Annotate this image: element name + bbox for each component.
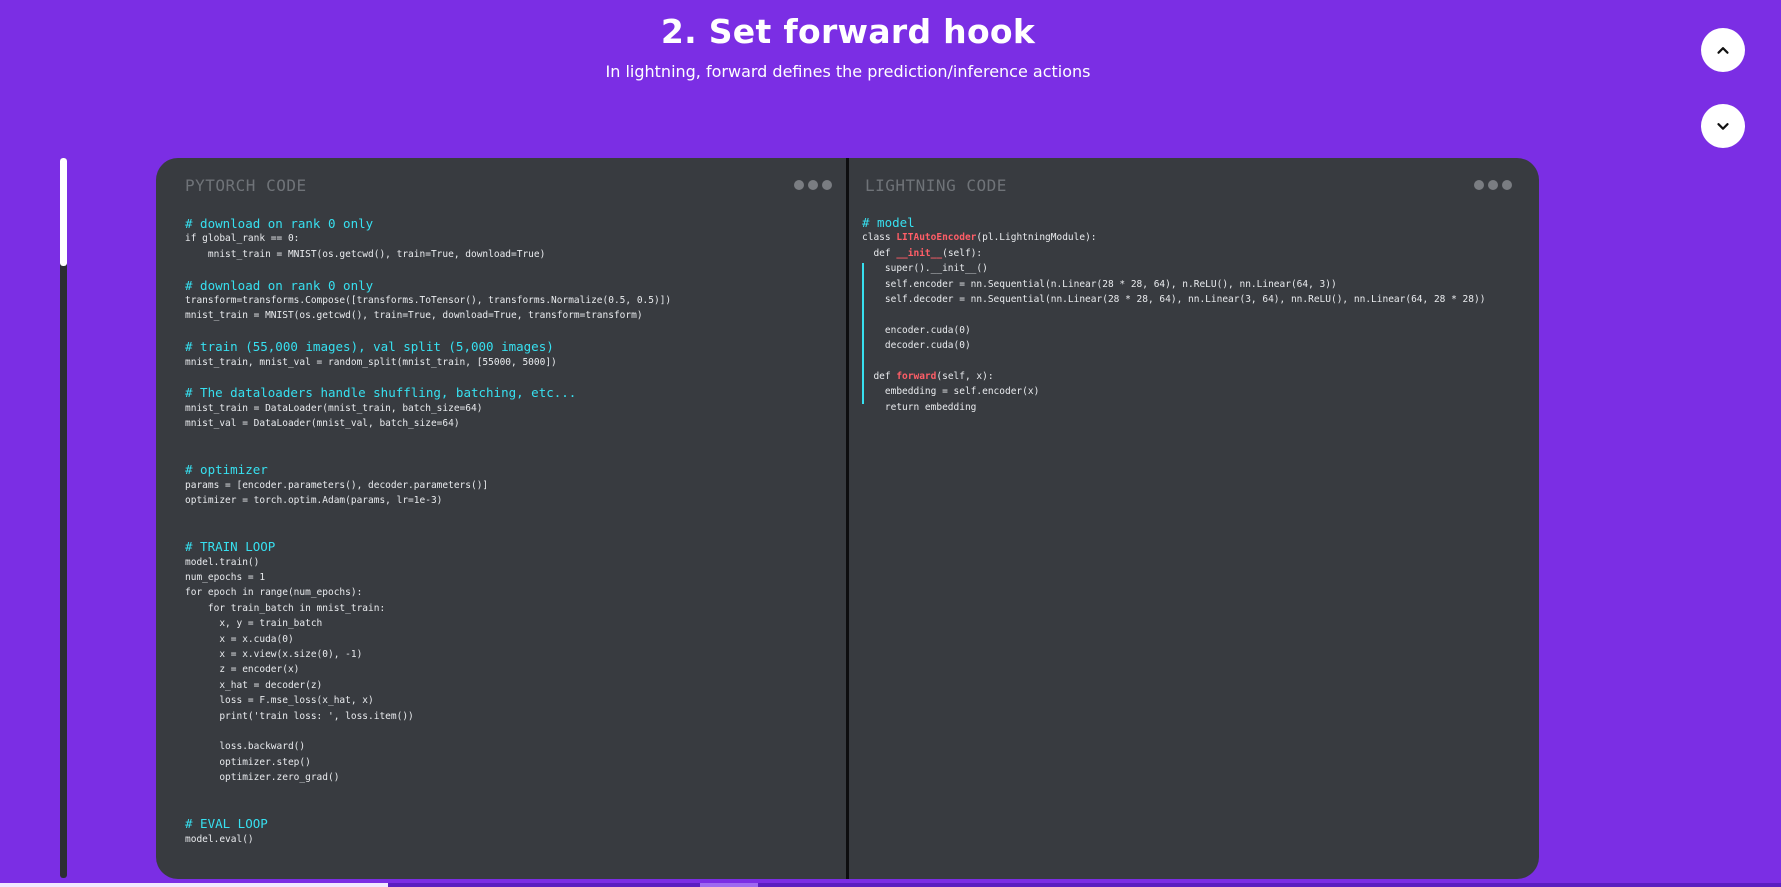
code-line: num_epochs = 1 — [185, 571, 266, 583]
code-line — [862, 354, 1485, 369]
code-text: return embedding — [862, 401, 977, 413]
code-line: model.eval() — [185, 833, 254, 845]
pytorch-code-block: # download on rank 0 only if global_rank … — [185, 216, 671, 847]
code-line: for train_batch in mnist_train: — [185, 602, 386, 614]
scroll-down-button[interactable] — [1701, 104, 1745, 148]
lightning-code-block: # model class LITAutoEncoder(pl.Lightning… — [862, 215, 1485, 415]
code-line: mnist_train = MNIST(os.getcwd(), train=T… — [185, 248, 546, 260]
code-line: def forward(self, x): — [862, 369, 1485, 384]
code-text: encoder.cuda(0) — [862, 324, 971, 336]
code-text: super().__init__() — [862, 263, 988, 275]
code-line: mnist_train, mnist_val = random_split(mn… — [185, 356, 557, 368]
code-text: (pl.LightningModule): — [976, 232, 1097, 244]
code-line: mnist_train = MNIST(os.getcwd(), train=T… — [185, 310, 643, 322]
chevron-up-icon — [1717, 47, 1729, 54]
code-text: def — [862, 370, 897, 382]
code-identifier-highlight: __init__ — [896, 247, 943, 259]
code-line: decoder.cuda(0) — [862, 338, 1485, 353]
scrollbar-thumb[interactable] — [60, 158, 67, 266]
code-text: # model — [862, 215, 915, 230]
page-subtitle: In lightning, forward defines the predic… — [605, 62, 1091, 81]
code-line: mnist_train = DataLoader(mnist_train, ba… — [185, 402, 483, 414]
pytorch-code-pane: PYTORCH CODE # download on rank 0 only if… — [156, 158, 846, 879]
code-line — [862, 307, 1485, 322]
code-identifier-highlight: forward — [896, 370, 937, 382]
code-identifier-highlight: LITAutoEncoder — [896, 232, 977, 244]
code-line: loss.backward() — [185, 741, 306, 753]
code-line: optimizer = torch.optim.Adam(params, lr=… — [185, 495, 443, 507]
code-line: mnist_val = DataLoader(mnist_val, batch_… — [185, 418, 460, 430]
code-line: self.encoder = nn.Sequential(n.Linear(28… — [862, 277, 1485, 292]
code-comment-line: # download on rank 0 only — [185, 216, 374, 231]
code-text: def — [862, 247, 897, 259]
code-text: decoder.cuda(0) — [862, 340, 971, 352]
code-line: model.train() — [185, 556, 260, 568]
code-text: self.decoder = nn.Sequential(nn.Linear(2… — [862, 293, 1486, 305]
bottom-progress-strip — [0, 883, 1781, 887]
code-line: encoder.cuda(0) — [862, 323, 1485, 338]
code-comment-line: # download on rank 0 only — [185, 277, 374, 293]
code-line: super().__init__() — [862, 261, 1485, 276]
code-line: if global_rank == 0: — [185, 233, 300, 245]
code-line: params = [encoder.parameters(), decoder.… — [185, 479, 489, 491]
code-text: (self): — [942, 247, 983, 259]
code-comment-line: # train (55,000 images), val split (5,00… — [185, 339, 554, 355]
code-comment-line: # The dataloaders handle shuffling, batc… — [185, 385, 577, 401]
code-line: loss = F.mse_loss(x_hat, x) — [185, 695, 374, 707]
chevron-down-icon — [1717, 123, 1729, 130]
code-line: z = encoder(x) — [185, 664, 300, 676]
code-line: embedding = self.encoder(x) — [862, 384, 1485, 399]
code-comment-line: # EVAL LOOP — [185, 816, 268, 832]
code-comment-line: # TRAIN LOOP — [185, 539, 276, 555]
window-dots-icon — [794, 180, 832, 190]
lightning-code-pane: LIGHTNING CODE # model class LITAutoEncod… — [849, 158, 1539, 879]
code-comparison-panel: PYTORCH CODE # download on rank 0 only if… — [156, 158, 1539, 879]
code-line: x_hat = decoder(z) — [185, 679, 323, 691]
code-line: print('train loss: ', loss.item()) — [185, 710, 414, 722]
scroll-up-button[interactable] — [1701, 28, 1745, 72]
pytorch-pane-title: PYTORCH CODE — [185, 176, 307, 195]
code-line: x, y = train_batch — [185, 618, 323, 630]
page-title: 2. Set forward hook — [660, 12, 1036, 51]
lightning-pane-title: LIGHTNING CODE — [865, 176, 1007, 195]
code-text: self.encoder = nn.Sequential(n.Linear(28… — [862, 278, 1337, 290]
code-line: class LITAutoEncoder(pl.LightningModule)… — [862, 230, 1485, 245]
code-line: return embedding — [862, 400, 1485, 415]
code-line: transform=transforms.Compose([transforms… — [185, 294, 672, 306]
code-text: (self, x): — [936, 370, 994, 382]
window-dots-icon — [1474, 180, 1512, 190]
code-line: for epoch in range(num_epochs): — [185, 587, 363, 599]
code-line: self.decoder = nn.Sequential(nn.Linear(2… — [862, 292, 1486, 307]
code-line: x = x.cuda(0) — [185, 633, 294, 645]
code-comment-line: # model — [862, 215, 1485, 230]
code-line: optimizer.zero_grad() — [185, 772, 340, 784]
code-line: x = x.view(x.size(0), -1) — [185, 648, 363, 660]
code-line: optimizer.step() — [185, 756, 311, 768]
code-comment-line: # optimizer — [185, 462, 268, 478]
code-text: class — [862, 232, 897, 244]
code-line: def __init__(self): — [862, 246, 1485, 261]
code-text: embedding = self.encoder(x) — [862, 386, 1040, 398]
vertical-scrollbar[interactable] — [60, 158, 67, 878]
